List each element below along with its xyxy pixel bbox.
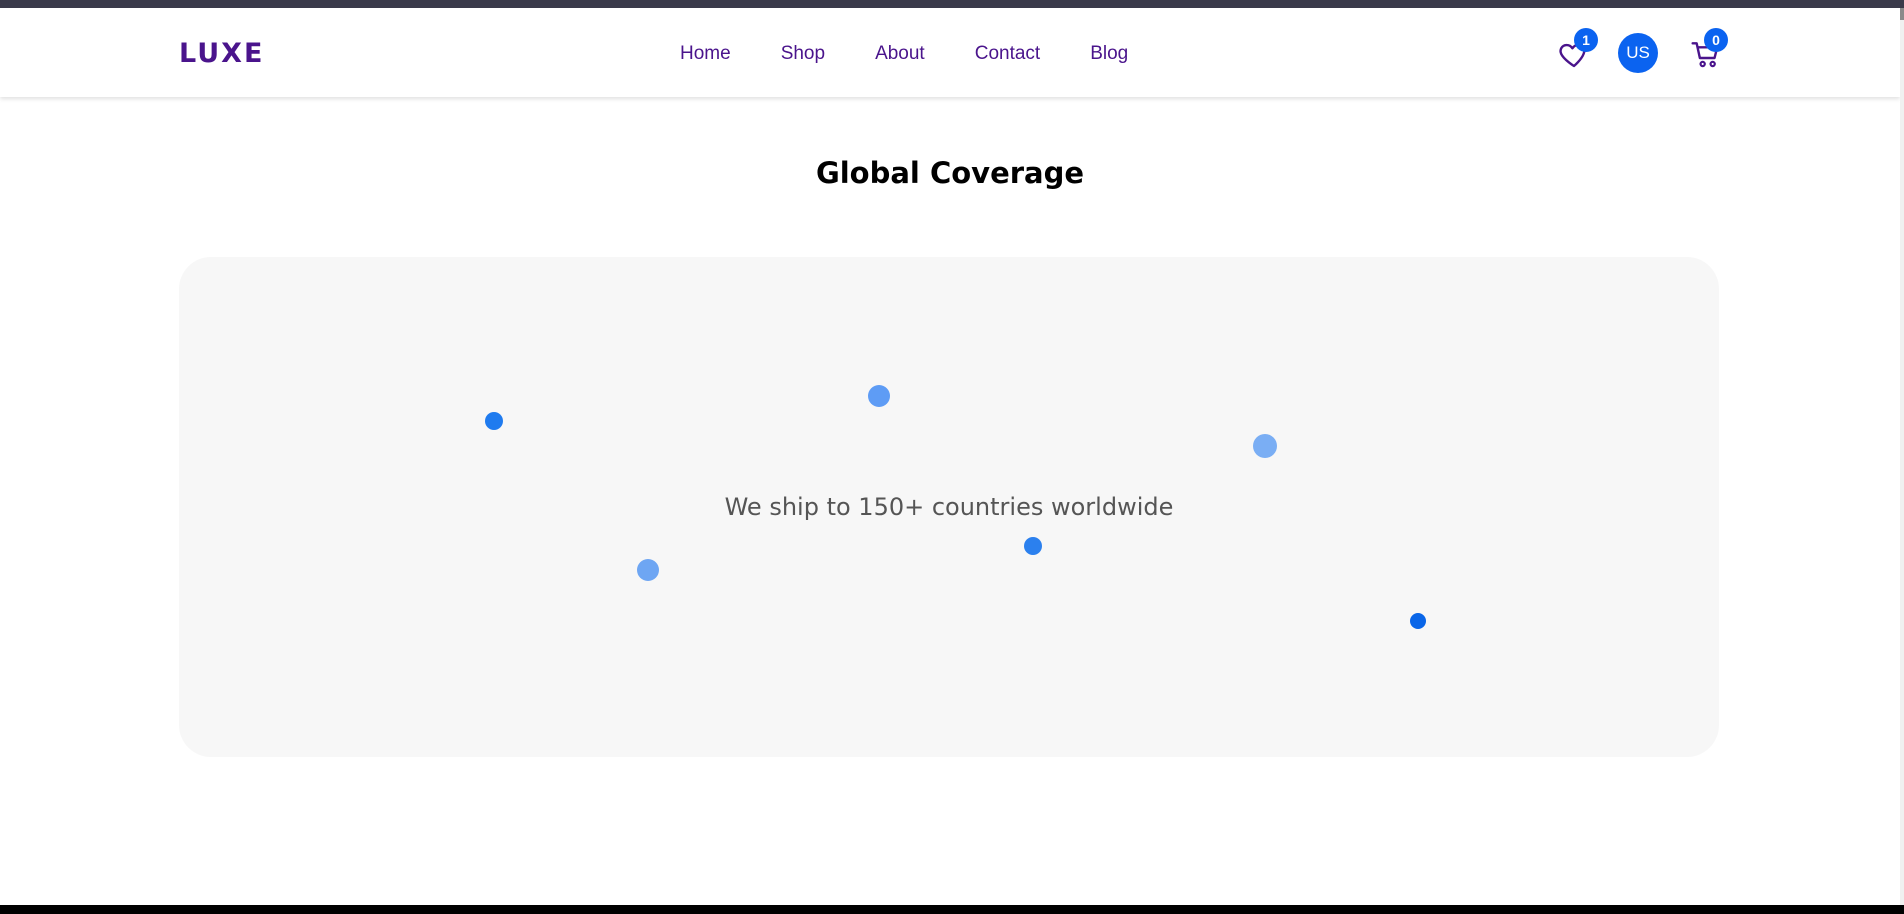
nav-shop[interactable]: Shop — [781, 42, 825, 66]
window-top-strip — [0, 0, 1904, 8]
window-bottom-strip — [0, 905, 1904, 914]
site-header: LUXE Home Shop About Contact Blog 1 US 0 — [0, 8, 1900, 97]
nav-contact[interactable]: Contact — [975, 42, 1040, 66]
location-dot — [1253, 434, 1277, 458]
location-dot — [868, 385, 890, 407]
nav-about[interactable]: About — [875, 42, 925, 66]
browser-viewport: LUXE Home Shop About Contact Blog 1 US 0… — [0, 8, 1900, 905]
scrollbar-thumb[interactable] — [1900, 8, 1904, 20]
logo[interactable]: LUXE — [179, 38, 264, 69]
location-dot — [1024, 537, 1042, 555]
coverage-map-card: We ship to 150+ countries worldwide — [179, 257, 1719, 757]
section-title: Global Coverage — [815, 156, 1085, 190]
cart-count-badge: 0 — [1704, 28, 1728, 52]
location-dot — [485, 412, 503, 430]
wishlist-button[interactable]: 1 — [1558, 28, 1598, 70]
main-nav: Home Shop About Contact Blog — [680, 42, 1178, 66]
cart-button[interactable]: 0 — [1690, 28, 1728, 70]
nav-home[interactable]: Home — [680, 42, 731, 66]
wishlist-count-badge: 1 — [1574, 28, 1598, 52]
location-dot — [637, 559, 659, 581]
coverage-text: We ship to 150+ countries worldwide — [724, 493, 1174, 521]
avatar[interactable]: US — [1618, 33, 1658, 73]
location-dot — [1410, 613, 1426, 629]
nav-blog[interactable]: Blog — [1090, 42, 1128, 66]
scrollbar[interactable] — [1900, 8, 1904, 905]
